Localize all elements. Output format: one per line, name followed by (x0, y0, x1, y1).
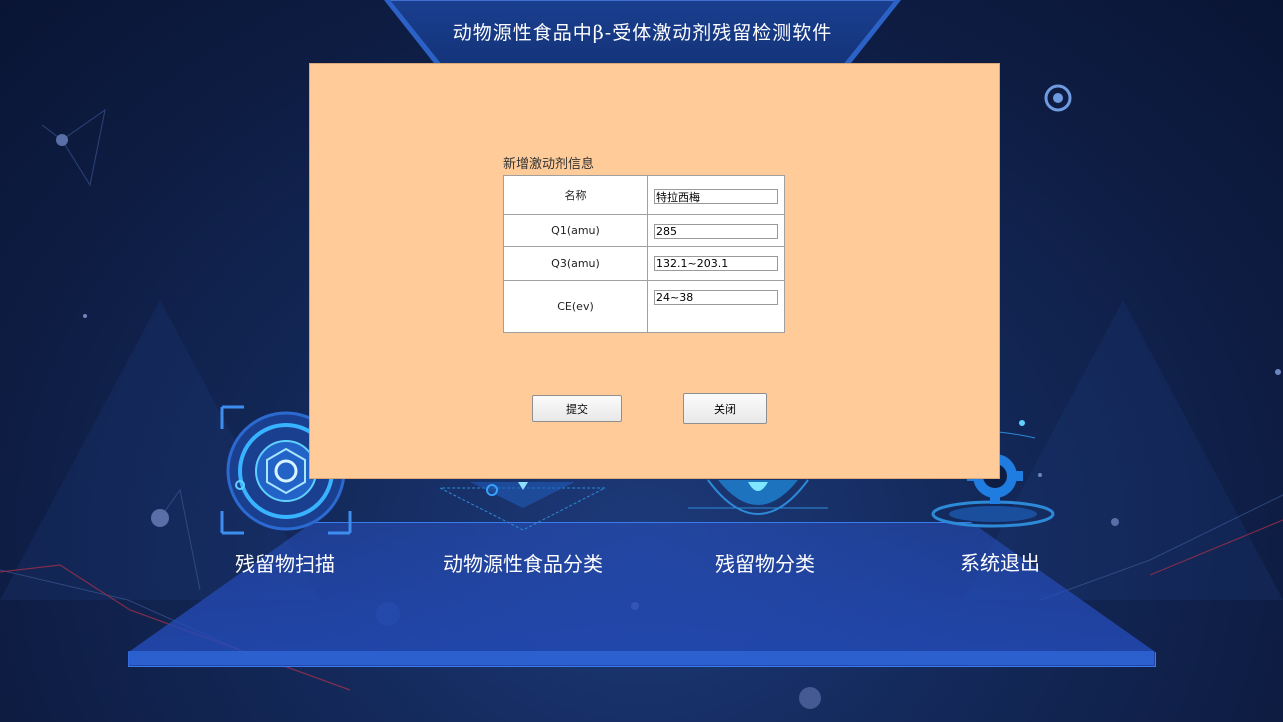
table-row: Q1(amu) (503, 214, 785, 247)
add-agonist-dialog: 新增激动剂信息 名称 Q1(amu) Q3(amu) CE(ev) 提交 (309, 63, 1000, 479)
close-button[interactable]: 关闭 (683, 393, 767, 424)
ce-input[interactable] (654, 290, 778, 305)
residue-category-icon[interactable] (688, 478, 828, 526)
form-title: 新增激动剂信息 (503, 157, 595, 172)
platform-edge (128, 651, 1154, 665)
target-icon (1044, 84, 1072, 112)
name-input[interactable] (654, 189, 778, 204)
q3-input[interactable] (654, 256, 778, 271)
q3-cell (647, 246, 785, 281)
name-cell (647, 175, 785, 215)
table-row: CE(ev) (503, 280, 785, 333)
q1-cell (647, 214, 785, 247)
submit-button[interactable]: 提交 (532, 395, 622, 422)
menu-item-residue-scan[interactable]: 残留物扫描 (210, 548, 360, 577)
agonist-form-table: 名称 Q1(amu) Q3(amu) CE(ev) (503, 175, 785, 333)
app-title: 动物源性食品中β-受体激动剂残留检测软件 (452, 22, 833, 44)
menu-platform (128, 522, 1156, 667)
name-label: 名称 (503, 175, 648, 215)
ce-label: CE(ev) (503, 280, 648, 333)
table-row: 名称 (503, 175, 785, 215)
q1-input[interactable] (654, 224, 778, 239)
food-category-icon[interactable] (430, 478, 615, 538)
q3-label: Q3(amu) (503, 246, 648, 281)
menu-item-food-category[interactable]: 动物源性食品分类 (428, 548, 618, 577)
table-row: Q3(amu) (503, 246, 785, 281)
ce-cell (647, 280, 785, 333)
menu-item-system-exit[interactable]: 系统退出 (930, 547, 1070, 576)
q1-label: Q1(amu) (503, 214, 648, 247)
menu-item-residue-category[interactable]: 残留物分类 (690, 548, 840, 577)
